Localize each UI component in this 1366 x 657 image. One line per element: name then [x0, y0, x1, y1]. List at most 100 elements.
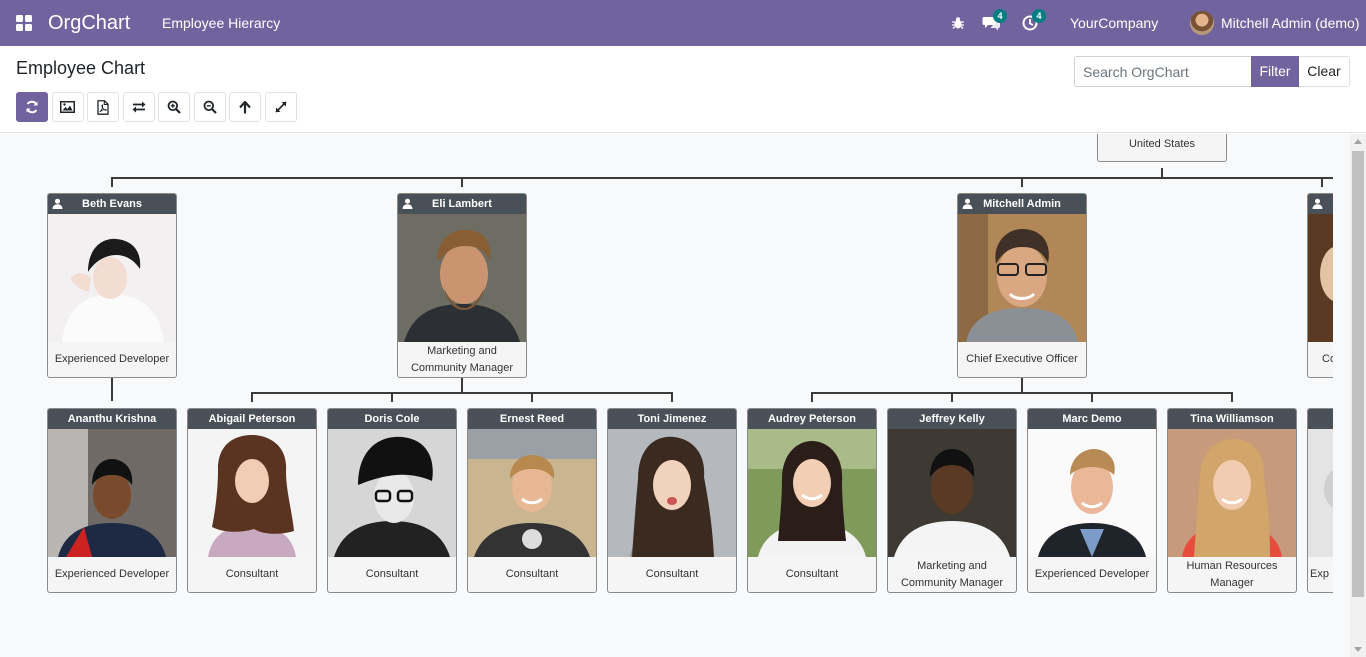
- avatar: [1190, 11, 1214, 35]
- connector-line: [811, 392, 813, 402]
- node-header: Beth Evans: [48, 194, 176, 214]
- employee-name: Tina Williamson: [1190, 413, 1274, 425]
- node-header: [1308, 409, 1333, 429]
- employee-photo: [608, 429, 736, 557]
- pdf-export-icon: [97, 99, 109, 115]
- node-header: Marc Demo: [1028, 409, 1156, 429]
- employee-photo: [748, 429, 876, 557]
- export-pdf-button[interactable]: [87, 92, 119, 122]
- employee-job-title: Human Resources Manager: [1186, 559, 1278, 589]
- scroll-up-arrow-icon[interactable]: [1354, 139, 1362, 144]
- vertical-scrollbar[interactable]: [1350, 134, 1366, 657]
- connector-line: [391, 392, 393, 402]
- employee-photo: [1308, 429, 1333, 557]
- node-header: Ernest Reed: [468, 409, 596, 429]
- zoom-out-icon: [203, 100, 217, 114]
- connector-line: [111, 177, 113, 187]
- employee-job-title: Chief Executive Officer: [966, 353, 1078, 365]
- clear-button[interactable]: Clear: [1299, 56, 1350, 87]
- connector-line: [111, 177, 1333, 179]
- connector-line: [461, 177, 463, 187]
- user-icon: [962, 198, 973, 209]
- employee-photo: [1028, 429, 1156, 557]
- employee-job-title: Marketing and Community Manager: [410, 344, 514, 374]
- user-menu[interactable]: Mitchell Admin (demo): [1190, 0, 1360, 46]
- employee-photo: [48, 214, 176, 342]
- filter-button[interactable]: Filter: [1251, 56, 1299, 87]
- employee-name: Mitchell Admin: [983, 198, 1061, 210]
- connector-line: [671, 392, 673, 402]
- employee-node-doris-cole[interactable]: Doris Cole Consultant: [327, 408, 457, 593]
- scroll-down-arrow-icon[interactable]: [1354, 647, 1362, 652]
- connector-line: [1091, 392, 1093, 402]
- employee-node-ernest-reed[interactable]: Ernest Reed Consultant: [467, 408, 597, 593]
- connector-line: [251, 392, 673, 394]
- node-header: Jeffrey Kelly: [888, 409, 1016, 429]
- connector-line: [951, 392, 953, 402]
- node-header: Eli Lambert: [398, 194, 526, 214]
- menu-employee-hierarchy[interactable]: Employee Hierarcy: [162, 0, 280, 46]
- employee-job-title: Exp: [1310, 568, 1329, 580]
- search-input[interactable]: [1074, 56, 1251, 87]
- go-up-button[interactable]: [229, 92, 261, 122]
- root-node[interactable]: United States: [1097, 134, 1227, 162]
- employee-job-title: Co: [1322, 353, 1333, 365]
- employee-name: Eli Lambert: [432, 198, 492, 210]
- control-panel: Employee Chart Filter Clear: [0, 46, 1366, 133]
- employee-job-title: Consultant: [365, 568, 419, 580]
- employee-node-ananthu-krishna[interactable]: Ananthu Krishna Experienced Developer: [47, 408, 177, 593]
- page-title: Employee Chart: [16, 58, 146, 78]
- zoom-in-icon: [167, 100, 181, 114]
- messages-button[interactable]: 4: [980, 9, 1007, 34]
- org-chart-viewport: United States Beth Evans Experienced Dev…: [0, 134, 1333, 657]
- employee-node-audrey-peterson[interactable]: Audrey Peterson Consultant: [747, 408, 877, 593]
- node-header: Audrey Peterson: [748, 409, 876, 429]
- node-header: Doris Cole: [328, 409, 456, 429]
- employee-photo: [958, 214, 1086, 342]
- employee-job-title: Consultant: [785, 568, 839, 580]
- employee-node-marc-demo[interactable]: Marc Demo Experienced Developer: [1027, 408, 1157, 593]
- employee-job-title: Experienced Developer: [54, 568, 170, 580]
- employee-photo: [888, 429, 1016, 557]
- activities-count-badge: 4: [1032, 9, 1046, 23]
- employee-node-eli-lambert[interactable]: Eli Lambert Marketing and Community Mana…: [397, 193, 527, 378]
- swap-direction-icon: [132, 101, 145, 113]
- fullscreen-button[interactable]: [264, 92, 297, 122]
- employee-node-mitchell-admin[interactable]: Mitchell Admin Chief Executive Officer: [957, 193, 1087, 378]
- refresh-button[interactable]: [16, 92, 48, 122]
- employee-node-partial[interactable]: Exp: [1307, 408, 1333, 593]
- employee-node-toni-jimenez[interactable]: Toni Jimenez Consultant: [607, 408, 737, 593]
- employee-photo: [398, 214, 526, 342]
- connector-line: [251, 392, 253, 402]
- connector-line: [531, 392, 533, 402]
- employee-name: Toni Jimenez: [637, 413, 707, 425]
- export-image-button[interactable]: [51, 92, 84, 122]
- employee-node-beth-evans[interactable]: Beth Evans Experienced Developer: [47, 193, 177, 378]
- employee-job-title: Marketing and Community Manager: [900, 559, 1004, 589]
- connector-line: [1021, 378, 1023, 393]
- scrollbar-thumb[interactable]: [1352, 151, 1364, 597]
- go-up-icon: [239, 100, 251, 113]
- employee-name: Marc Demo: [1062, 413, 1122, 425]
- app-brand[interactable]: OrgChart: [48, 0, 130, 46]
- employee-photo: [1308, 214, 1333, 342]
- company-switcher[interactable]: YourCompany: [1070, 0, 1158, 46]
- connector-line: [1231, 392, 1233, 402]
- employee-node-jeffrey-kelly[interactable]: Jeffrey Kelly Marketing and Community Ma…: [887, 408, 1017, 593]
- employee-job-title: Consultant: [505, 568, 559, 580]
- swap-direction-button[interactable]: [122, 92, 155, 122]
- zoom-in-button[interactable]: [158, 92, 190, 122]
- image-export-icon: [60, 101, 75, 113]
- employee-node-partial[interactable]: Co: [1307, 193, 1333, 378]
- employee-photo: [468, 429, 596, 557]
- debug-button[interactable]: [947, 12, 969, 34]
- user-icon: [52, 198, 63, 209]
- employee-node-tina-williamson[interactable]: Tina Williamson Human Resources Manager: [1167, 408, 1297, 593]
- employee-node-abigail-peterson[interactable]: Abigail Peterson Consultant: [187, 408, 317, 593]
- activities-button[interactable]: 4: [1019, 9, 1046, 34]
- org-chart-canvas[interactable]: United States Beth Evans Experienced Dev…: [0, 134, 1350, 657]
- apps-menu-button[interactable]: [0, 0, 47, 46]
- zoom-out-button[interactable]: [193, 92, 226, 122]
- employee-job-title: Experienced Developer: [1034, 568, 1150, 580]
- connector-line: [1021, 177, 1023, 187]
